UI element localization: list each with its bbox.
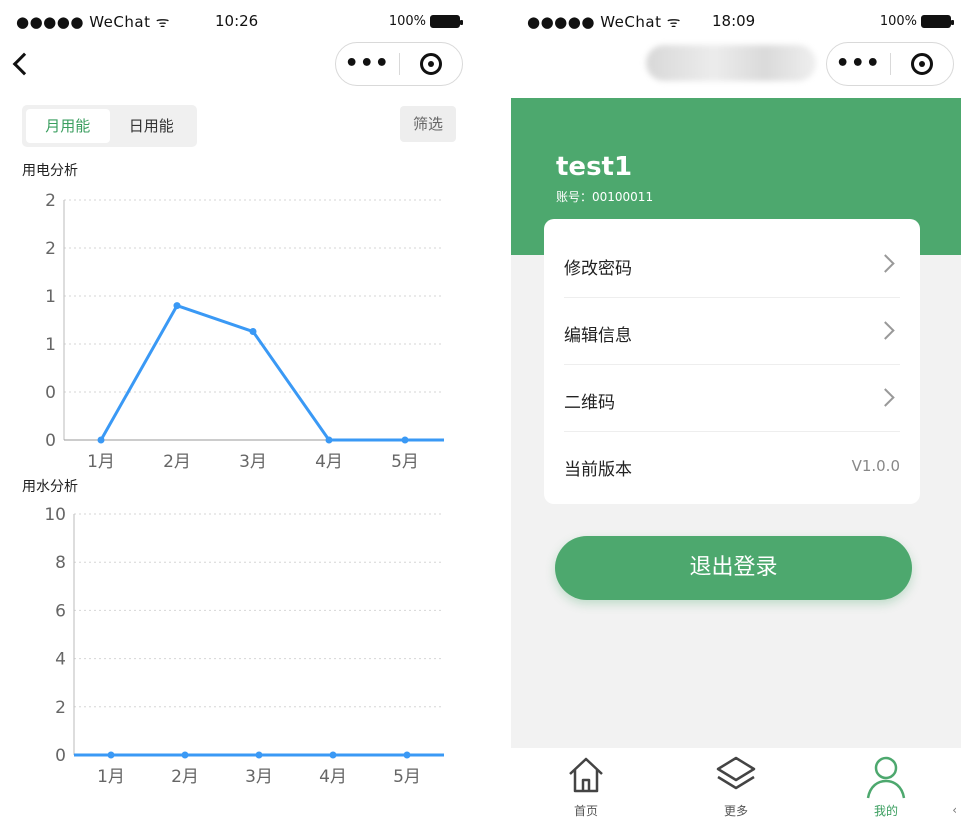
y-tick-label: 2 (45, 239, 56, 259)
data-point (329, 751, 337, 759)
y-tick-label: 1 (45, 335, 56, 355)
menu-item-label: 编辑信息 (564, 326, 632, 346)
clock: 10:26 (215, 12, 259, 30)
settings-card: 修改密码 编辑信息 二维码 当前版本 V1.0.0 (544, 219, 920, 504)
more-dots-icon[interactable]: ••• (827, 53, 890, 75)
menu-item-edit-info[interactable]: 编辑信息 (564, 299, 900, 365)
bottom-tab-bar: 首页 更多 我的 (511, 748, 961, 826)
x-tick-label: 1月 (87, 452, 115, 472)
menu-item-change-password[interactable]: 修改密码 (564, 232, 900, 298)
back-arrow-icon[interactable] (12, 52, 36, 76)
status-bar-right: ●●●●● WeChat ᯤ 18:09 100% (511, 0, 961, 40)
data-point (403, 751, 411, 759)
y-tick-label: 6 (55, 601, 66, 621)
target-icon (419, 53, 442, 75)
y-tick-label: 10 (44, 505, 66, 525)
menu-item-label: 当前版本 (564, 460, 632, 480)
y-tick-label: 0 (45, 383, 56, 403)
filter-button[interactable]: 筛选 (400, 106, 456, 142)
edge-arrow-icon: ‹ (952, 803, 957, 817)
target-icon (910, 53, 933, 75)
x-tick-label: 5月 (391, 452, 419, 472)
y-tick-label: 4 (55, 650, 66, 670)
energy-screen: ●●●●● WeChat ᯤ 10:26 100% ••• 月用能 日用能 筛选… (0, 0, 470, 826)
wifi-icon: ᯤ (155, 13, 170, 31)
version-value: V1.0.0 (851, 457, 900, 475)
tab-label: 首页 (573, 804, 598, 818)
close-target-button[interactable] (399, 53, 462, 75)
data-point (173, 302, 181, 310)
data-point (325, 436, 333, 444)
username: test1 (556, 152, 633, 182)
electricity-line-chart: 0 0 1 1 2 2 1月 2月 3月 4月 5月 (45, 191, 444, 472)
y-tick-label: 1 (45, 287, 56, 307)
mini-program-capsule: ••• (335, 42, 463, 86)
y-tick-label: 8 (55, 553, 66, 573)
data-point (107, 751, 115, 759)
x-tick-label: 3月 (245, 767, 273, 787)
data-point (97, 436, 105, 444)
data-point (249, 328, 257, 336)
y-tick-label: 0 (45, 431, 56, 451)
battery-icon (921, 15, 954, 28)
x-tick-label: 4月 (319, 767, 347, 787)
tab-more[interactable]: 更多 (661, 748, 811, 826)
y-tick-label: 0 (55, 746, 66, 766)
menu-item-qrcode[interactable]: 二维码 (564, 366, 900, 432)
x-tick-label: 2月 (171, 767, 199, 787)
carrier-label: ●●●●● WeChat ᯤ (16, 13, 170, 31)
y-tick-label: 2 (55, 698, 66, 718)
tab-daily[interactable]: 日用能 (110, 109, 194, 143)
battery-icon (430, 15, 463, 28)
x-tick-label: 5月 (393, 767, 421, 787)
mini-program-capsule-right: ••• (826, 42, 954, 86)
tab-home[interactable]: 首页 (511, 748, 661, 826)
x-tick-label: 4月 (315, 452, 343, 472)
logout-button[interactable]: 退出登录 (555, 536, 912, 600)
series-line (99, 304, 444, 442)
chevron-right-icon (876, 388, 895, 407)
menu-item-label: 修改密码 (564, 259, 632, 279)
blurred-title (646, 45, 816, 81)
layers-icon (716, 756, 756, 790)
carrier-label-right: ●●●●● WeChat ᯤ (527, 13, 681, 31)
x-tick-label: 3月 (239, 452, 267, 472)
data-point (181, 751, 189, 759)
data-point (255, 751, 263, 759)
home-icon (569, 757, 603, 793)
period-segmented-control: 月用能 日用能 (22, 105, 197, 147)
wifi-icon: ᯤ (666, 13, 681, 31)
chevron-right-icon (876, 254, 895, 273)
water-line-chart: 0 2 4 6 8 10 1月 2月 3月 4月 5月 (44, 505, 444, 787)
tab-label: 我的 (873, 804, 898, 818)
profile-screen: ●●●●● WeChat ᯤ 18:09 100% ••• test1 账号：0… (511, 0, 961, 826)
battery-indicator: 100% (389, 14, 463, 29)
close-target-button[interactable] (890, 53, 953, 75)
menu-item-label: 二维码 (564, 393, 615, 413)
tab-monthly[interactable]: 月用能 (26, 109, 110, 143)
battery-indicator-right: 100% (880, 14, 954, 29)
y-tick-label: 2 (45, 191, 56, 211)
tab-label: 更多 (723, 804, 748, 818)
user-icon (866, 756, 906, 799)
x-tick-label: 1月 (97, 767, 125, 787)
account-number: 账号：00100011 (556, 190, 654, 204)
menu-item-version: 当前版本 V1.0.0 (564, 433, 900, 499)
tab-mine[interactable]: 我的 (811, 748, 961, 826)
chevron-right-icon (876, 321, 895, 340)
more-dots-icon[interactable]: ••• (336, 53, 399, 75)
clock-right: 18:09 (712, 12, 756, 30)
data-point (401, 436, 409, 444)
status-bar: ●●●●● WeChat ᯤ 10:26 100% (0, 0, 470, 40)
x-tick-label: 2月 (163, 452, 191, 472)
